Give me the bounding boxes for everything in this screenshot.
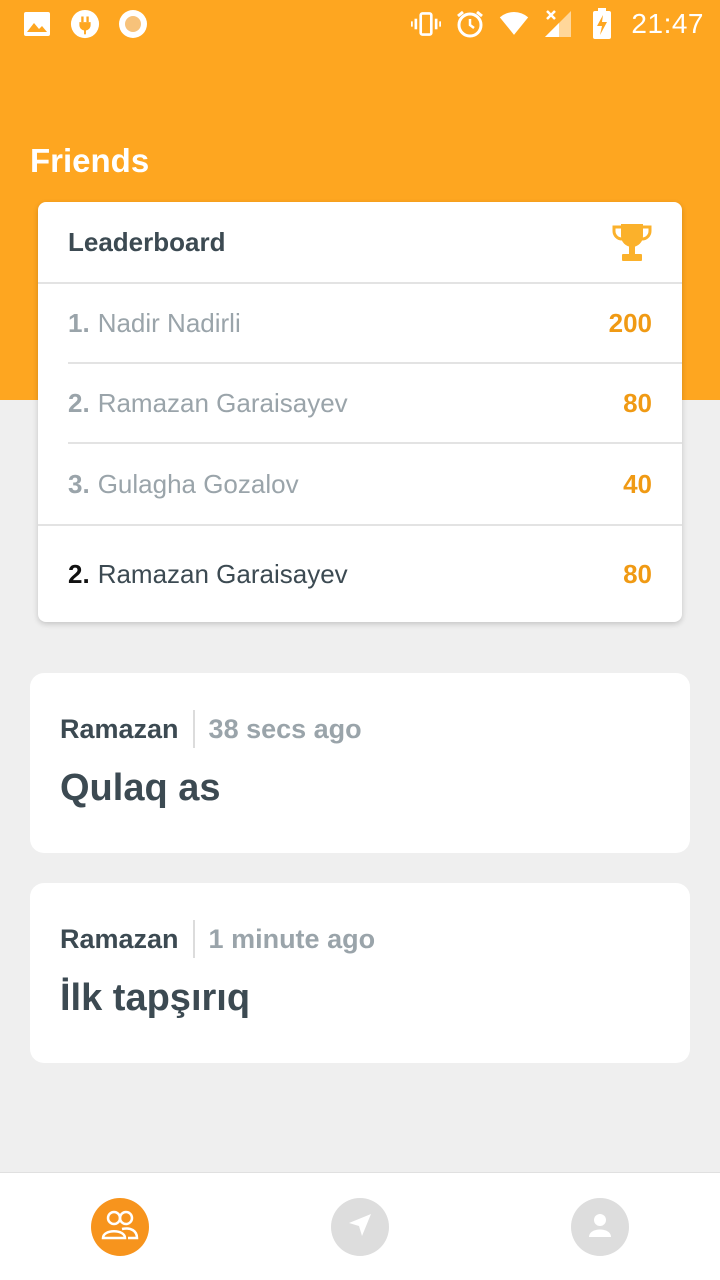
page-title: Friends <box>30 142 150 179</box>
alarm-icon <box>455 9 485 39</box>
friends-icon <box>100 1208 140 1247</box>
leaderboard-rank: 3. <box>68 468 90 499</box>
battery-charging-icon <box>587 8 617 39</box>
feed-text: İlk tapşırıq <box>60 977 251 1019</box>
leaderboard-name: Ramazan Garaisayev <box>97 387 348 418</box>
leaderboard-current-user-row[interactable]: 2. Ramazan Garaisayev 80 <box>38 524 682 622</box>
feed-user: Ramazan <box>60 713 179 744</box>
leaderboard-rank: 2. <box>68 387 90 418</box>
leaderboard-row[interactable]: 2. Ramazan Garaisayev 80 <box>68 364 682 444</box>
leaderboard-name: Gulagha Gozalov <box>97 468 299 499</box>
leaderboard-score: 200 <box>608 307 652 338</box>
leaderboard-row[interactable]: 3. Gulagha Gozalov 40 <box>68 444 682 524</box>
feed-time: 38 secs ago <box>208 713 362 744</box>
nav-friends-button[interactable] <box>91 1198 149 1256</box>
status-time: 21:47 <box>631 8 704 39</box>
divider <box>192 920 195 958</box>
profile-icon <box>585 1210 615 1245</box>
nav-explore-button[interactable] <box>331 1198 389 1256</box>
feed-time: 1 minute ago <box>208 923 376 954</box>
wifi-icon <box>499 9 529 39</box>
nav-profile-button[interactable] <box>571 1198 629 1256</box>
status-bar: 21:47 <box>0 0 720 48</box>
current-user-name: Ramazan Garaisayev <box>97 558 348 589</box>
current-user-rank: 2. <box>68 558 90 589</box>
feed-user: Ramazan <box>60 923 179 954</box>
leaderboard-rank: 1. <box>68 307 90 338</box>
feed-card[interactable]: Ramazan 1 minute ago İlk tapşırıq <box>30 883 690 1063</box>
image-icon <box>22 9 52 39</box>
leaderboard-name: Nadir Nadirli <box>97 307 241 338</box>
bottom-nav <box>0 1172 720 1280</box>
signal-icon <box>543 9 573 39</box>
leaderboard-score: 40 <box>623 468 652 499</box>
vibrate-icon <box>411 9 442 39</box>
leaderboard-score: 80 <box>623 387 652 418</box>
trophy-icon <box>610 220 654 264</box>
leaderboard-card: Leaderboard 1. Nadir Nadirli 200 2. Rama… <box>38 202 682 622</box>
compass-icon <box>345 1210 375 1245</box>
plug-icon <box>70 9 100 39</box>
leaderboard-header: Leaderboard <box>38 202 682 284</box>
leaderboard-row[interactable]: 1. Nadir Nadirli 200 <box>68 284 682 364</box>
current-user-score: 80 <box>623 558 652 589</box>
feed-text: Qulaq as <box>60 767 221 809</box>
feed-card[interactable]: Ramazan 38 secs ago Qulaq as <box>30 673 690 853</box>
circle-icon <box>118 9 148 39</box>
leaderboard-title: Leaderboard <box>68 226 226 257</box>
divider <box>192 710 195 748</box>
